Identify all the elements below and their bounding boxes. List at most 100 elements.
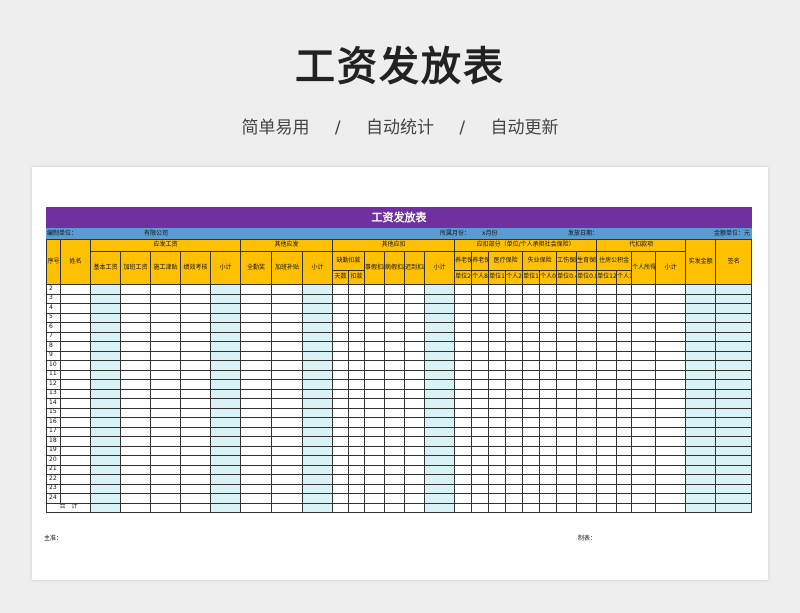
- table-cell[interactable]: [556, 464, 578, 475]
- table-cell[interactable]: [685, 312, 717, 323]
- table-cell[interactable]: [209, 464, 242, 475]
- table-cell[interactable]: [424, 426, 456, 437]
- table-cell[interactable]: [655, 474, 687, 485]
- table-cell[interactable]: [332, 303, 350, 314]
- table-cell[interactable]: [404, 493, 426, 504]
- table-cell[interactable]: [522, 303, 541, 314]
- table-cell[interactable]: [556, 303, 578, 314]
- table-cell[interactable]: [404, 388, 426, 399]
- table-cell[interactable]: [364, 417, 386, 428]
- table-cell[interactable]: [522, 474, 541, 485]
- table-cell[interactable]: [332, 388, 350, 399]
- table-cell[interactable]: [90, 455, 121, 466]
- table-cell[interactable]: [404, 379, 426, 390]
- table-cell[interactable]: [471, 398, 490, 409]
- table-cell[interactable]: [240, 293, 273, 304]
- table-cell[interactable]: [271, 350, 304, 361]
- table-cell[interactable]: [505, 426, 524, 437]
- table-cell[interactable]: [596, 493, 618, 504]
- table-cell[interactable]: [556, 436, 578, 447]
- table-cell[interactable]: [715, 493, 753, 504]
- table-cell[interactable]: [655, 398, 687, 409]
- table-cell[interactable]: [596, 436, 618, 447]
- table-cell[interactable]: [404, 407, 426, 418]
- table-cell[interactable]: [302, 483, 334, 494]
- total-cell[interactable]: [655, 502, 687, 513]
- table-cell[interactable]: [404, 445, 426, 456]
- table-cell[interactable]: [120, 483, 151, 494]
- table-cell[interactable]: [332, 464, 350, 475]
- table-cell[interactable]: [556, 407, 578, 418]
- table-cell[interactable]: [596, 322, 618, 333]
- table-cell[interactable]: [348, 483, 366, 494]
- table-cell[interactable]: [685, 303, 717, 314]
- table-cell[interactable]: [271, 455, 304, 466]
- table-cell[interactable]: [60, 350, 91, 361]
- table-cell[interactable]: [348, 312, 366, 323]
- table-cell[interactable]: [556, 445, 578, 456]
- table-cell[interactable]: [685, 284, 717, 295]
- table-cell[interactable]: [209, 369, 242, 380]
- table-cell[interactable]: [616, 398, 633, 409]
- table-cell[interactable]: [209, 322, 242, 333]
- table-cell[interactable]: [454, 293, 473, 304]
- table-cell[interactable]: [655, 483, 687, 494]
- table-cell[interactable]: [539, 284, 558, 295]
- table-cell[interactable]: [364, 350, 386, 361]
- table-cell[interactable]: [302, 407, 334, 418]
- table-cell[interactable]: [556, 474, 578, 485]
- total-cell[interactable]: [348, 502, 366, 513]
- table-cell[interactable]: [471, 360, 490, 371]
- table-cell[interactable]: [522, 312, 541, 323]
- table-cell[interactable]: [364, 303, 386, 314]
- table-cell[interactable]: [488, 445, 507, 456]
- table-cell[interactable]: [424, 350, 456, 361]
- table-cell[interactable]: [209, 436, 242, 447]
- table-cell[interactable]: [596, 369, 618, 380]
- table-cell[interactable]: [302, 369, 334, 380]
- table-cell[interactable]: [715, 312, 753, 323]
- table-cell[interactable]: [384, 312, 406, 323]
- table-cell[interactable]: [120, 341, 151, 352]
- table-cell[interactable]: [616, 379, 633, 390]
- table-cell[interactable]: [404, 436, 426, 447]
- table-cell[interactable]: [576, 341, 598, 352]
- table-cell[interactable]: [90, 293, 121, 304]
- total-cell[interactable]: [302, 502, 334, 513]
- table-cell[interactable]: [271, 436, 304, 447]
- table-cell[interactable]: [384, 388, 406, 399]
- table-cell[interactable]: [120, 436, 151, 447]
- table-cell[interactable]: [556, 369, 578, 380]
- table-cell[interactable]: [685, 369, 717, 380]
- table-cell[interactable]: [271, 379, 304, 390]
- table-cell[interactable]: [454, 331, 473, 342]
- table-cell[interactable]: [631, 388, 657, 399]
- table-cell[interactable]: [60, 493, 91, 504]
- table-cell[interactable]: [522, 284, 541, 295]
- table-cell[interactable]: [120, 379, 151, 390]
- table-cell[interactable]: [631, 341, 657, 352]
- table-cell[interactable]: [209, 350, 242, 361]
- table-cell[interactable]: [150, 474, 181, 485]
- table-cell[interactable]: [90, 407, 121, 418]
- table-cell[interactable]: [596, 426, 618, 437]
- table-cell[interactable]: [150, 426, 181, 437]
- table-cell[interactable]: [384, 455, 406, 466]
- table-cell[interactable]: [631, 284, 657, 295]
- table-cell[interactable]: [576, 417, 598, 428]
- table-cell[interactable]: [631, 436, 657, 447]
- table-cell[interactable]: [209, 407, 242, 418]
- table-cell[interactable]: [271, 464, 304, 475]
- table-cell[interactable]: [556, 483, 578, 494]
- table-cell[interactable]: [505, 474, 524, 485]
- table-cell[interactable]: [332, 379, 350, 390]
- table-cell[interactable]: [685, 474, 717, 485]
- table-cell[interactable]: [471, 341, 490, 352]
- table-cell[interactable]: [90, 303, 121, 314]
- table-cell[interactable]: [616, 483, 633, 494]
- table-cell[interactable]: [522, 493, 541, 504]
- table-cell[interactable]: [150, 445, 181, 456]
- table-cell[interactable]: [715, 369, 753, 380]
- table-cell[interactable]: [60, 388, 91, 399]
- table-cell[interactable]: [505, 388, 524, 399]
